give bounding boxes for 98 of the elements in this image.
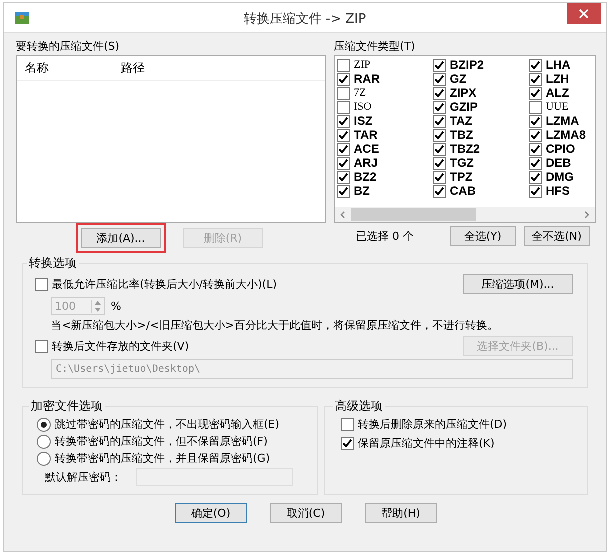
type-option[interactable]: 7Z <box>335 86 431 100</box>
type-option[interactable]: TBZ2 <box>431 142 527 156</box>
radio-option[interactable]: 转换带密码的压缩文件，但不保留原密码(F) <box>37 434 303 449</box>
checkbox[interactable] <box>337 86 350 100</box>
dialog-button[interactable]: 取消(C) <box>270 503 342 523</box>
checkbox[interactable] <box>433 58 446 72</box>
archive-icon <box>14 10 30 26</box>
type-option[interactable]: CAB <box>431 184 527 198</box>
checkbox[interactable] <box>529 128 542 142</box>
checkbox[interactable] <box>529 142 542 156</box>
group-title: 转换选项 <box>28 255 78 272</box>
type-option[interactable]: DEB <box>527 156 593 170</box>
checkbox[interactable] <box>341 437 354 450</box>
checkbox[interactable] <box>433 128 446 142</box>
file-button[interactable]: 添加(A)... <box>81 228 161 248</box>
select-button[interactable]: 全不选(N) <box>524 226 590 246</box>
checkbox[interactable] <box>337 58 350 72</box>
type-option[interactable]: LZH <box>527 72 593 86</box>
group-title: 高级选项 <box>334 398 384 415</box>
radio-button[interactable] <box>37 418 51 432</box>
checkbox[interactable] <box>35 278 48 290</box>
checkbox-option[interactable]: 保留原压缩文件中的注释(K) <box>341 436 573 451</box>
checkbox[interactable] <box>433 100 446 114</box>
type-option[interactable]: LZMA <box>527 114 593 128</box>
checkbox-option[interactable]: 最低允许压缩比率(转换后大小/转换前大小)(L) <box>35 276 278 292</box>
type-option[interactable]: ISO <box>335 100 431 114</box>
file-list[interactable]: 名称 路径 <box>16 55 326 223</box>
type-option[interactable]: TAR <box>335 128 431 142</box>
radio-button[interactable] <box>37 452 51 466</box>
checkbox[interactable] <box>529 114 542 128</box>
checkbox[interactable] <box>529 72 542 86</box>
type-option[interactable]: RAR <box>335 72 431 86</box>
checkbox[interactable] <box>529 86 542 100</box>
radio-option[interactable]: 跳过带密码的压缩文件，不出现密码输入框(E) <box>37 417 303 432</box>
section-label: 压缩文件类型(T) <box>334 39 416 55</box>
type-option[interactable]: TAZ <box>431 114 527 128</box>
type-option[interactable]: ISZ <box>335 114 431 128</box>
section-label: 要转换的压缩文件(S) <box>16 39 121 55</box>
checkbox[interactable] <box>337 184 350 198</box>
checkbox[interactable] <box>337 170 350 184</box>
column-header[interactable]: 路径 <box>113 60 209 76</box>
checkbox-option[interactable]: 转换后文件存放的文件夹(V) <box>35 338 190 354</box>
checkbox[interactable] <box>433 170 446 184</box>
window-title: 转换压缩文件 -> ZIP <box>242 11 368 28</box>
checkbox[interactable] <box>341 418 354 431</box>
type-option[interactable]: LZMA8 <box>527 128 593 142</box>
select-button[interactable]: 全选(Y) <box>450 226 516 246</box>
type-option[interactable]: BZ <box>335 184 431 198</box>
type-option[interactable]: GZ <box>431 72 527 86</box>
checkbox[interactable] <box>337 114 350 128</box>
checkbox[interactable] <box>337 72 350 86</box>
checkbox[interactable] <box>337 128 350 142</box>
checkbox-option[interactable]: 转换后删除原来的压缩文件(D) <box>341 417 573 432</box>
checkbox[interactable] <box>433 114 446 128</box>
password-label: 默认解压密码： <box>45 470 122 484</box>
type-option[interactable]: GZIP <box>431 100 527 114</box>
type-option[interactable]: ALZ <box>527 86 593 100</box>
group-title: 加密文件选项 <box>30 398 104 415</box>
type-option[interactable]: TGZ <box>431 156 527 170</box>
dialog-button[interactable]: 帮助(H) <box>365 503 437 523</box>
checkbox[interactable] <box>433 142 446 156</box>
unit-label: % <box>111 300 122 312</box>
selected-count: 已选择 0 个 <box>356 228 415 244</box>
checkbox[interactable] <box>433 72 446 86</box>
type-option[interactable]: BZIP2 <box>431 58 527 72</box>
checkbox[interactable] <box>529 170 542 184</box>
type-option[interactable]: CPIO <box>527 142 593 156</box>
column-header[interactable]: 名称 <box>17 60 113 76</box>
dialog-button[interactable]: 确定(O) <box>175 503 247 523</box>
ratio-note: 当<新压缩包大小>/<旧压缩包大小>百分比大于此值时，将保留原压缩文件，不进行转换。 <box>50 318 500 333</box>
checkbox[interactable] <box>337 100 350 114</box>
checkbox[interactable] <box>433 86 446 100</box>
type-option[interactable]: ARJ <box>335 156 431 170</box>
type-option[interactable]: ZIP <box>335 58 431 72</box>
radio-button[interactable] <box>37 434 51 448</box>
checkbox[interactable] <box>433 184 446 198</box>
checkbox[interactable] <box>529 184 542 198</box>
checkbox[interactable] <box>433 156 446 170</box>
type-option[interactable]: ACE <box>335 142 431 156</box>
checkbox[interactable] <box>529 100 542 114</box>
type-option[interactable]: UUE <box>527 100 593 114</box>
horizontal-scrollbar[interactable] <box>335 207 595 222</box>
checkbox[interactable] <box>337 142 350 156</box>
checkbox[interactable] <box>529 58 542 72</box>
type-option[interactable]: TBZ <box>431 128 527 142</box>
type-option[interactable]: LHA <box>527 58 593 72</box>
checkbox[interactable] <box>337 156 350 170</box>
type-option[interactable]: ZIPX <box>431 86 527 100</box>
compress-options-button[interactable]: 压缩选项(M)... <box>463 274 573 294</box>
checkbox[interactable] <box>35 340 48 352</box>
radio-option[interactable]: 转换带密码的压缩文件，并且保留原密码(G) <box>37 451 303 466</box>
type-option[interactable]: HFS <box>527 184 593 198</box>
type-option[interactable]: DMG <box>527 170 593 184</box>
checkbox[interactable] <box>529 156 542 170</box>
type-option[interactable]: BZ2 <box>335 170 431 184</box>
close-icon <box>579 8 589 18</box>
type-option[interactable]: TPZ <box>431 170 527 184</box>
close-button[interactable] <box>567 3 601 24</box>
